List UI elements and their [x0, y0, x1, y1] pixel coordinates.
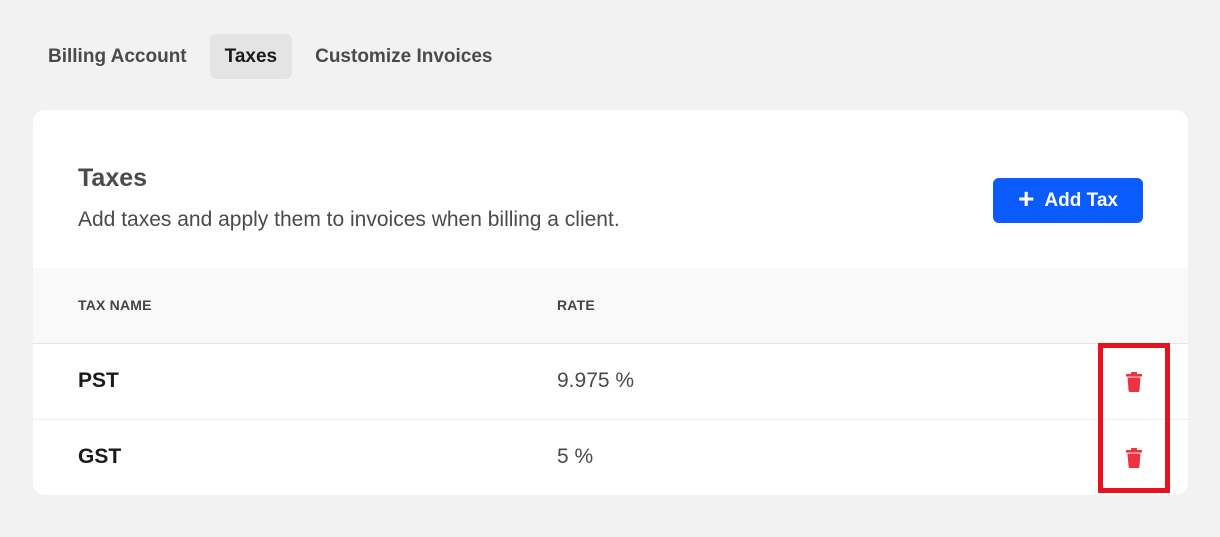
tax-rate: 9.975 %	[557, 369, 635, 392]
column-header-tax-name: TAX NAME	[78, 297, 152, 313]
column-header-rate: RATE	[557, 297, 595, 313]
tab-taxes[interactable]: Taxes	[209, 34, 293, 79]
add-tax-label: Add Tax	[1044, 189, 1118, 211]
tab-customize-invoices[interactable]: Customize Invoices	[300, 34, 507, 79]
delete-tax-button[interactable]	[1123, 446, 1145, 470]
table-header: TAX NAME RATE	[33, 268, 1188, 344]
delete-tax-button[interactable]	[1123, 370, 1145, 394]
plus-icon: +	[1018, 183, 1035, 214]
add-tax-button[interactable]: + Add Tax	[993, 178, 1143, 223]
trash-icon	[1126, 448, 1142, 468]
taxes-card: Taxes Add taxes and apply them to invoic…	[33, 110, 1188, 495]
card-title: Taxes	[78, 164, 148, 192]
tax-name: PST	[78, 369, 119, 392]
settings-tabs: Billing Account Taxes Customize Invoices	[33, 34, 507, 79]
tax-name: GST	[78, 445, 122, 468]
card-description: Add taxes and apply them to invoices whe…	[78, 208, 620, 231]
trash-icon	[1126, 372, 1142, 392]
table-row: GST 5 %	[33, 420, 1188, 495]
tax-rate: 5 %	[557, 445, 594, 468]
table-row: PST 9.975 %	[33, 344, 1188, 420]
tab-billing-account[interactable]: Billing Account	[33, 34, 202, 79]
